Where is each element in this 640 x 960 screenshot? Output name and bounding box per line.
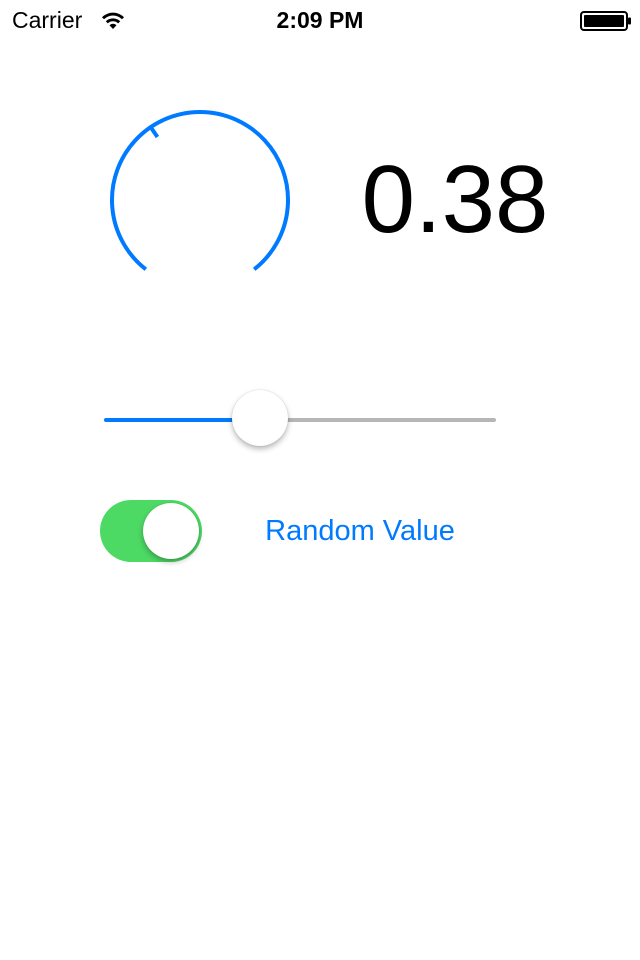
status-bar: Carrier 2:09 PM — [0, 0, 640, 40]
battery-icon — [580, 11, 631, 31]
knob-value-label: 0.38 — [361, 146, 549, 253]
random-toggle-switch[interactable] — [100, 500, 202, 562]
slider-max-track — [259, 418, 496, 422]
knob-arc — [110, 110, 290, 271]
toggle-thumb[interactable] — [143, 503, 199, 559]
value-slider[interactable] — [104, 390, 496, 450]
random-value-button[interactable]: Random Value — [250, 512, 470, 550]
status-time: 2:09 PM — [276, 7, 364, 33]
slider-thumb[interactable] — [231, 390, 288, 446]
knob-indicator — [149, 125, 160, 139]
rotary-knob[interactable] — [100, 100, 300, 300]
